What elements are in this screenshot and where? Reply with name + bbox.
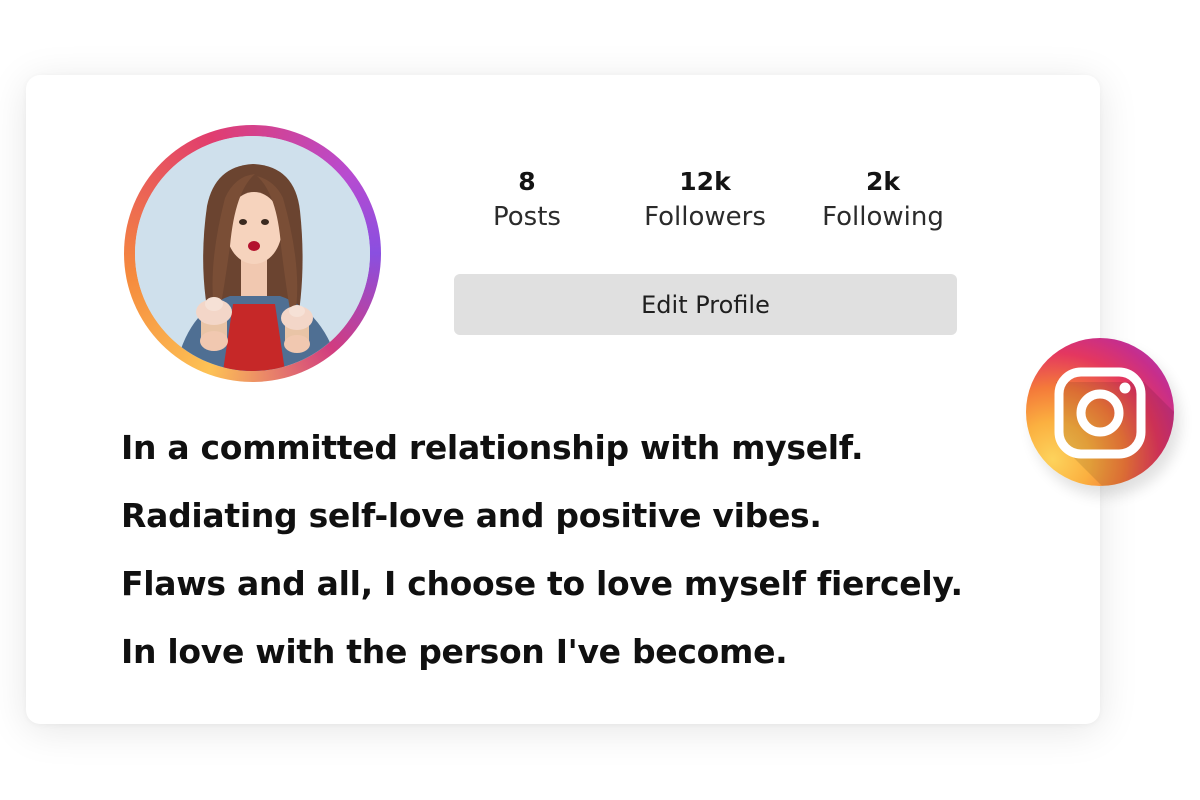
- bio-line: Flaws and all, I choose to love myself f…: [121, 564, 963, 603]
- instagram-logo-icon: [1026, 338, 1174, 486]
- bio-line: In a committed relationship with myself.: [121, 428, 864, 467]
- stat-followers-value: 12k: [679, 167, 731, 196]
- avatar-photo-illustration: [135, 136, 370, 371]
- stat-posts-label: Posts: [493, 202, 561, 232]
- profile-stats: 8 Posts 12k Followers 2k Following: [440, 166, 970, 246]
- instagram-glyph-icon: [1054, 367, 1174, 486]
- avatar-story-ring[interactable]: [124, 125, 381, 382]
- stat-posts[interactable]: 8 Posts: [442, 166, 612, 236]
- stat-following-label: Following: [822, 202, 944, 232]
- edit-profile-button[interactable]: Edit Profile: [454, 274, 957, 335]
- profile-bio: In a committed relationship with myself.…: [121, 418, 1081, 690]
- stat-followers[interactable]: 12k Followers: [620, 166, 790, 236]
- stat-following-value: 2k: [865, 167, 901, 196]
- bio-line: Radiating self-love and positive vibes.: [121, 496, 822, 535]
- avatar[interactable]: [135, 136, 370, 371]
- bio-line: In love with the person I've become.: [121, 632, 788, 671]
- stat-followers-label: Followers: [644, 202, 766, 232]
- stat-following[interactable]: 2k Following: [798, 166, 968, 236]
- stat-posts-value: 8: [518, 167, 536, 196]
